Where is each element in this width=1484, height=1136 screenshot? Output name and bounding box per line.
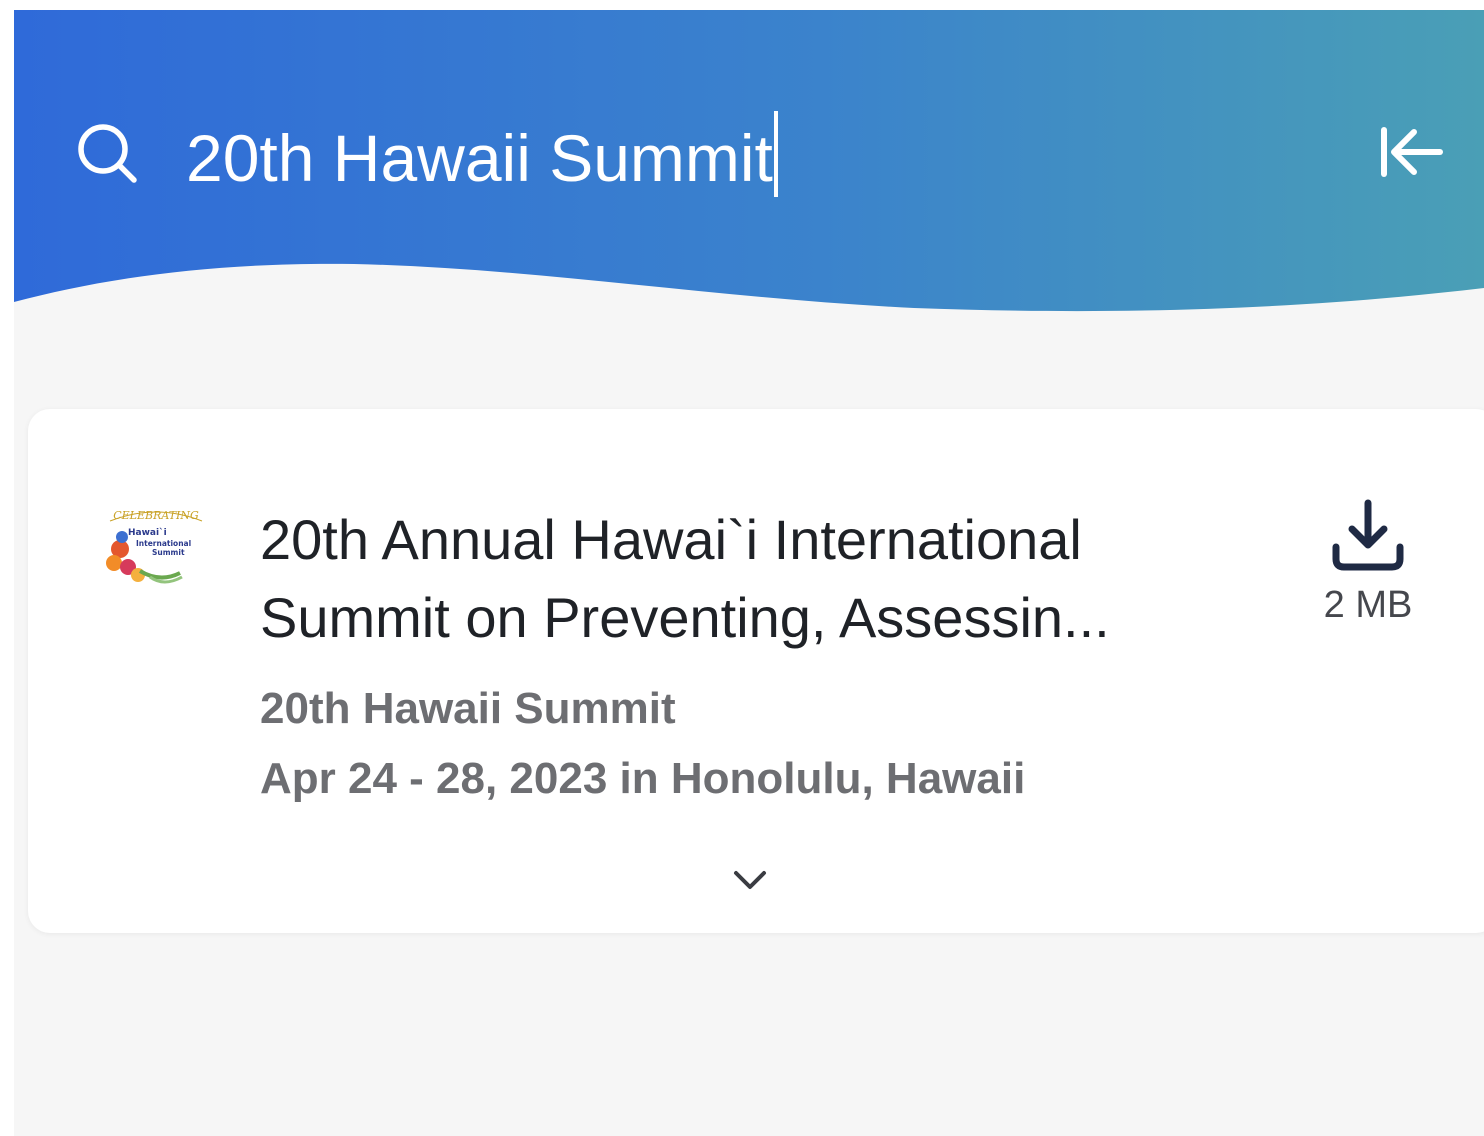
- search-header: 20th Hawaii Summit: [14, 10, 1484, 320]
- logo-text-international: International: [136, 539, 191, 548]
- logo-text-hawaii: Hawai`i: [128, 527, 167, 538]
- result-title-line-2: Summit on Preventing, Assessin...: [260, 586, 1110, 649]
- summit-logo: CELEBRATING Hawai`i International Summit: [106, 509, 203, 584]
- search-icon: [78, 124, 137, 183]
- result-card[interactable]: CELEBRATING Hawai`i International Summit…: [28, 409, 1484, 933]
- text-caret: [773, 111, 778, 197]
- download-icon: [1332, 499, 1404, 571]
- result-title[interactable]: 20th Annual Hawai`i International Summit…: [260, 501, 1240, 657]
- search-input-value: 20th Hawaii Summit: [186, 121, 773, 195]
- download-size: 2 MB: [1323, 584, 1413, 626]
- logo-text-summit: Summit: [152, 548, 185, 557]
- app-screen: 20th Hawaii Summit CELEBRATING Hawai`i I…: [14, 10, 1484, 1136]
- search-input[interactable]: 20th Hawaii Summit: [186, 110, 1186, 206]
- chevron-down-icon[interactable]: [728, 863, 772, 895]
- result-title-line-1: 20th Annual Hawai`i International: [260, 508, 1082, 571]
- result-subtitle: 20th Hawaii Summit: [260, 684, 676, 733]
- download-button[interactable]: 2 MB: [1298, 497, 1438, 637]
- result-date-location: Apr 24 - 28, 2023 in Honolulu, Hawaii: [260, 754, 1026, 803]
- collapse-left-arrow-icon[interactable]: [1376, 116, 1448, 188]
- logo-text-celebrating: CELEBRATING: [113, 509, 199, 522]
